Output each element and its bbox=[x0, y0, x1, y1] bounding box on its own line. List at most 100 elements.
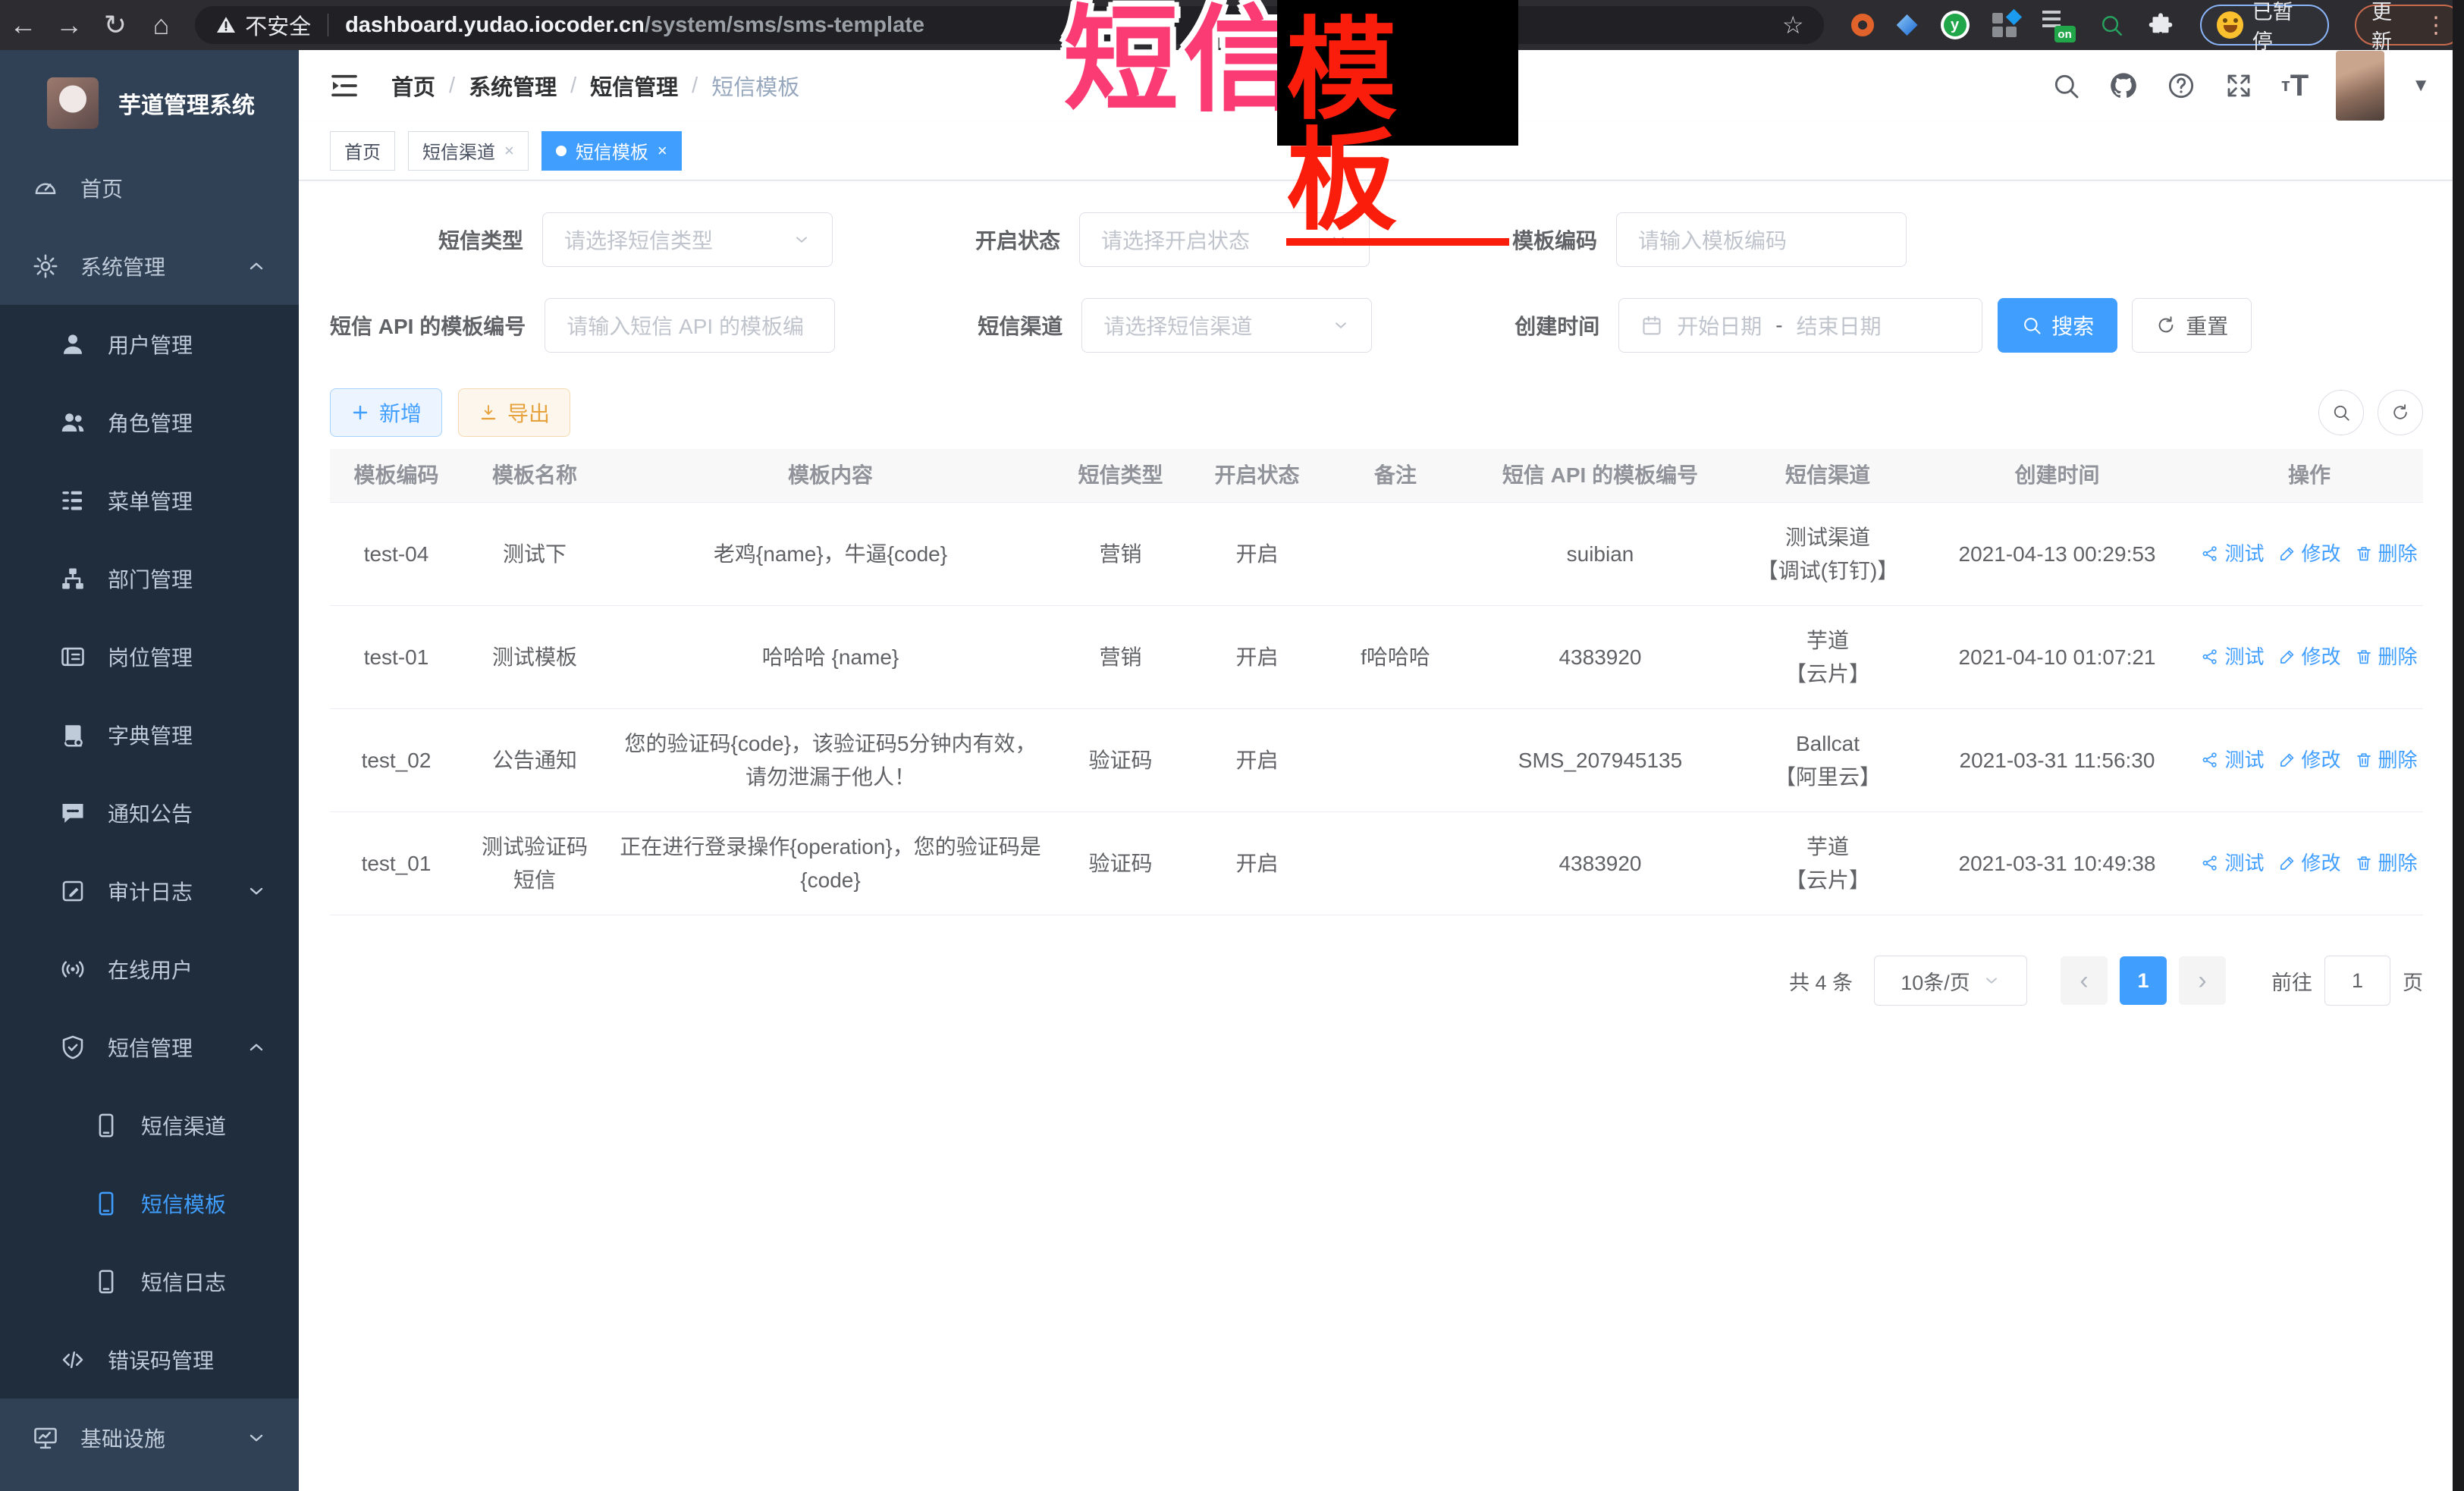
close-icon[interactable]: × bbox=[504, 141, 514, 161]
sidebar-item-error-code[interactable]: 错误码管理 bbox=[0, 1320, 299, 1398]
home-icon[interactable]: ⌂ bbox=[138, 9, 184, 41]
green-search-icon[interactable] bbox=[2098, 12, 2124, 38]
not-secure-label[interactable]: 不安全 bbox=[245, 9, 311, 41]
action-label: 修改 bbox=[2302, 642, 2341, 672]
prev-page-button[interactable]: ‹ bbox=[2061, 956, 2108, 1005]
sidebar-item-menu-management[interactable]: 菜单管理 bbox=[0, 461, 299, 539]
next-page-button[interactable]: › bbox=[2179, 956, 2226, 1005]
delete-icon bbox=[2355, 854, 2373, 872]
table-refresh-button[interactable] bbox=[2378, 390, 2423, 435]
sidebar-item-sms-management[interactable]: 短信管理 bbox=[0, 1008, 299, 1086]
green-y-icon[interactable]: y bbox=[1941, 11, 1970, 39]
sms-type-select[interactable]: 请选择短信类型 bbox=[542, 212, 833, 267]
breadcrumb-system-management[interactable]: 系统管理 bbox=[469, 70, 557, 102]
goto-label: 前往 bbox=[2271, 966, 2312, 996]
edit-link[interactable]: 修改 bbox=[2278, 538, 2341, 569]
test-link[interactable]: 测试 bbox=[2201, 745, 2264, 775]
update-label: 更新 bbox=[2371, 0, 2411, 55]
export-button[interactable]: 导出 bbox=[458, 388, 570, 437]
breadcrumb-sms-management[interactable]: 短信管理 bbox=[590, 70, 678, 102]
browser-menu-icon[interactable]: ⋮ bbox=[2425, 12, 2447, 39]
sidebar-item-home[interactable]: 首页 bbox=[0, 149, 299, 227]
font-size-icon[interactable]: тT bbox=[2281, 69, 2309, 103]
caret-down-icon[interactable]: ▼ bbox=[2412, 75, 2430, 96]
bookmark-star-icon[interactable]: ☆ bbox=[1782, 11, 1804, 39]
channel-select[interactable]: 请选择短信渠道 bbox=[1081, 298, 1372, 353]
sidebar-item-notice[interactable]: 通知公告 bbox=[0, 774, 299, 852]
paused-badge[interactable]: 已暂停 bbox=[2200, 5, 2329, 46]
app-logo[interactable]: 芋道管理系统 bbox=[0, 50, 299, 141]
sidebar-item-dept-management[interactable]: 部门管理 bbox=[0, 539, 299, 617]
edit-link[interactable]: 修改 bbox=[2278, 848, 2341, 878]
test-link[interactable]: 测试 bbox=[2201, 848, 2264, 878]
edit-link[interactable]: 修改 bbox=[2278, 745, 2341, 775]
fullscreen-icon[interactable] bbox=[2224, 71, 2254, 101]
sidebar-item-system-management[interactable]: 系统管理 bbox=[0, 227, 299, 305]
add-button[interactable]: 新增 bbox=[330, 388, 442, 437]
sidebar-item-label: 用户管理 bbox=[108, 329, 193, 359]
delete-link[interactable]: 删除 bbox=[2355, 848, 2418, 878]
delete-link[interactable]: 删除 bbox=[2355, 745, 2418, 775]
sidebar-item-post-management[interactable]: 岗位管理 bbox=[0, 617, 299, 695]
sidebar-item-audit-log[interactable]: 审计日志 bbox=[0, 852, 299, 930]
forward-icon[interactable]: → bbox=[46, 9, 93, 41]
github-icon[interactable] bbox=[2108, 71, 2139, 101]
table-cell: 验证码 bbox=[1054, 812, 1187, 915]
chevron-down-icon bbox=[793, 231, 811, 249]
api-template-id-input[interactable]: 请输入短信 API 的模板编 bbox=[545, 298, 835, 353]
delete-link[interactable]: 删除 bbox=[2355, 538, 2418, 569]
sidebar-item-sms-channel[interactable]: 短信渠道 bbox=[0, 1086, 299, 1164]
list-on-icon[interactable]: on bbox=[2042, 8, 2076, 42]
date-range-picker[interactable]: 开始日期 - 结束日期 bbox=[1618, 298, 1982, 353]
sidebar-item-dict-management[interactable]: 字典管理 bbox=[0, 695, 299, 774]
current-page-button[interactable]: 1 bbox=[2120, 956, 2167, 1005]
delete-link[interactable]: 删除 bbox=[2355, 642, 2418, 672]
test-link[interactable]: 测试 bbox=[2201, 538, 2264, 569]
reload-icon[interactable]: ↻ bbox=[93, 9, 139, 41]
table-cell: test_01 bbox=[330, 812, 463, 915]
puzzle-icon[interactable] bbox=[2147, 11, 2174, 39]
test-link[interactable]: 测试 bbox=[2201, 642, 2264, 672]
sidebar-item-online-users[interactable]: 在线用户 bbox=[0, 930, 299, 1008]
tab-home[interactable]: 首页 bbox=[330, 131, 395, 171]
address-bar[interactable]: 不安全 dashboard.yudao.iocoder.cn/system/sm… bbox=[195, 6, 1824, 44]
tab-sms-channel[interactable]: 短信渠道× bbox=[408, 131, 529, 171]
close-icon[interactable]: × bbox=[658, 141, 667, 161]
sidebar-item-user-management[interactable]: 用户管理 bbox=[0, 305, 299, 383]
sidebar-item-label: 基础设施 bbox=[80, 1423, 165, 1453]
page-size-select[interactable]: 10条/页 bbox=[1874, 956, 2027, 1006]
hamburger-icon[interactable] bbox=[329, 72, 359, 99]
update-button[interactable]: 更新 ⋮ bbox=[2355, 5, 2464, 46]
table-body: test-04测试下老鸡{name}，牛逼{code}营销开启suibian测试… bbox=[330, 503, 2423, 915]
tab-label: 首页 bbox=[344, 137, 381, 164]
user-avatar[interactable] bbox=[2336, 51, 2384, 121]
table-search-button[interactable] bbox=[2318, 390, 2364, 435]
table-row: test_01测试验证码短信正在进行登录操作{operation}，您的验证码是… bbox=[330, 812, 2423, 915]
sidebar-item-infrastructure[interactable]: 基础设施 bbox=[0, 1398, 299, 1477]
code-icon bbox=[59, 1346, 86, 1373]
browser-toolbar: ← → ↻ ⌂ 不安全 dashboard.yudao.iocoder.cn/s… bbox=[0, 0, 2464, 50]
table-header-row: 模板编码模板名称模板内容短信类型开启状态备注短信 API 的模板编号短信渠道创建… bbox=[330, 449, 2423, 503]
sidebar-item-sms-log[interactable]: 短信日志 bbox=[0, 1242, 299, 1320]
table-cell: Ballcat 【阿里云】 bbox=[1737, 709, 1919, 811]
tab-sms-template[interactable]: 短信模板× bbox=[541, 131, 682, 171]
column-header: 短信渠道 bbox=[1737, 449, 1919, 502]
status-select[interactable]: 请选择开启状态 bbox=[1079, 212, 1370, 267]
pin-icon[interactable] bbox=[1897, 14, 1918, 36]
reset-button[interactable]: 重置 bbox=[2132, 298, 2252, 353]
back-icon[interactable]: ← bbox=[0, 9, 46, 41]
sidebar-item-sms-template[interactable]: 短信模板 bbox=[0, 1164, 299, 1242]
help-icon[interactable] bbox=[2166, 71, 2196, 101]
edit-link[interactable]: 修改 bbox=[2278, 642, 2341, 672]
action-label: 测试 bbox=[2224, 538, 2264, 569]
search-button[interactable]: 搜索 bbox=[1998, 298, 2117, 353]
breadcrumb-home[interactable]: 首页 bbox=[391, 70, 435, 102]
adblock-icon[interactable] bbox=[1851, 14, 1874, 36]
goto-page-input[interactable]: 1 bbox=[2324, 956, 2390, 1006]
search-icon[interactable] bbox=[2051, 71, 2081, 101]
grid-diamond-icon[interactable] bbox=[1992, 11, 2020, 39]
sidebar-item-role-management[interactable]: 角色管理 bbox=[0, 383, 299, 461]
template-code-input[interactable]: 请输入模板编码 bbox=[1616, 212, 1907, 267]
table-row: test-04测试下老鸡{name}，牛逼{code}营销开启suibian测试… bbox=[330, 503, 2423, 606]
not-secure-warning-icon[interactable] bbox=[215, 14, 237, 36]
